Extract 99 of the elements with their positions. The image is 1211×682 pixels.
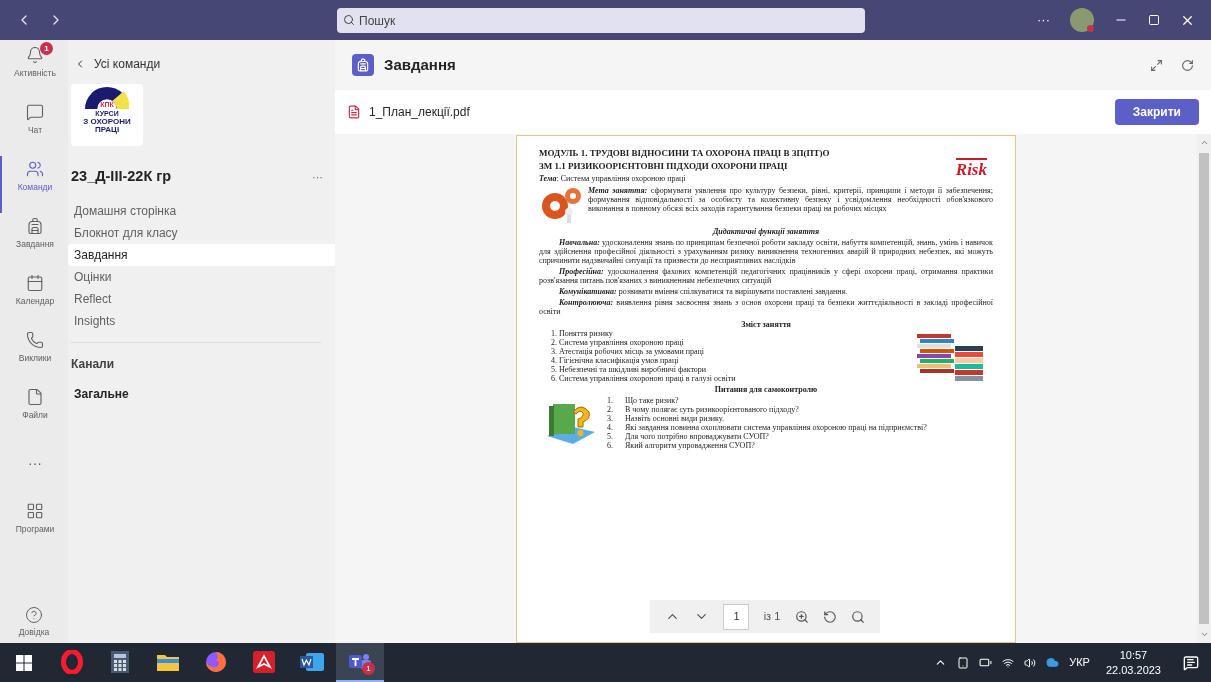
questions-heading: Питання для самоконтролю (713, 385, 819, 394)
contents-item: 1. Поняття ризику (551, 329, 614, 338)
help-icon (25, 606, 43, 625)
rail-item[interactable]: Завдання (0, 213, 68, 270)
notification-badge: 1 (362, 662, 375, 675)
people-icon (26, 160, 44, 178)
team-nav-item[interactable]: Оцінки (68, 265, 335, 288)
contents-item: 2. Система управління охороною праці (551, 338, 685, 347)
close-button[interactable]: Закрити (1114, 99, 1199, 125)
clock-date[interactable]: 22.03.2023 (1105, 662, 1161, 678)
rail-item[interactable]: Календар (0, 270, 68, 327)
rail-item[interactable]: Виклики (0, 327, 68, 384)
avatar[interactable] (1070, 8, 1094, 32)
wifi-icon[interactable] (1002, 656, 1015, 669)
pdf-file-icon (347, 105, 361, 119)
scrollbar-thumb[interactable] (1199, 153, 1209, 624)
pdf-app-icon (253, 650, 275, 673)
rail-item[interactable]: Програми (0, 498, 68, 555)
module-heading: МОДУЛЬ 1. ТРУДОВІ ВІДНОСИНИ ТА ОХОРОНА ПРАЦІ В ЗП(ПТ)О (539, 148, 831, 158)
refresh-icon[interactable] (1181, 58, 1194, 72)
phone-icon (26, 331, 44, 349)
apps-icon (26, 502, 44, 520)
clock-time[interactable]: 10:57 (1119, 647, 1148, 663)
cloud-icon[interactable] (1046, 656, 1060, 669)
fox-globe-icon (205, 650, 227, 673)
zoom-in-icon[interactable] (794, 609, 809, 624)
search-icon (343, 13, 355, 26)
expand-icon[interactable] (1150, 58, 1163, 72)
question-number: 5. (607, 432, 614, 441)
document-app-icon (300, 651, 324, 672)
backpack-icon (26, 217, 44, 235)
contents-item: 6. Система управління охороною праці в галузі освіти (551, 374, 737, 383)
question-number: 4. (607, 423, 614, 432)
question-number: 1. (607, 396, 614, 405)
more-options[interactable]: ··· (1037, 10, 1050, 30)
search-field[interactable]: Пошук (337, 8, 865, 33)
rail-item[interactable]: ··· (0, 441, 68, 498)
channel-item[interactable]: Загальне (74, 384, 335, 403)
folder-icon (157, 652, 179, 671)
logo-text: З ОХОРОНИ ПРАЦІ (82, 118, 132, 134)
device-icon[interactable] (957, 656, 970, 669)
rail-item[interactable]: Активність 1 (0, 42, 68, 99)
scroll-up-icon[interactable] (1199, 138, 1209, 147)
page-number-field[interactable]: 1 (723, 603, 750, 630)
fan-logo-icon (85, 86, 129, 109)
notification-badge: 1 (40, 42, 53, 55)
channels-heading: Канали (71, 355, 116, 373)
file-icon (26, 388, 44, 406)
question-number: 6. (607, 441, 614, 450)
function-paragraph: Контролююча: виявлення рівня засвоєння знань з основ охорони праці та безпеки життєдіяльності в закладі професійної освіти (539, 298, 993, 316)
question-number: 2. (607, 405, 614, 414)
page-count: із 1 (763, 609, 781, 625)
submodule-heading: ЗМ 1.1 РИЗИКООРІЄНТОВНІ ПІДХОДИ ОХОРОНИ ПРАЦІ (539, 161, 789, 171)
app-title: Завдання (384, 54, 456, 75)
function-paragraph: Комунікативна: розвивати вміння спілкуватися та вирішувати поставлені завдання. (558, 287, 849, 296)
bell-icon (26, 46, 44, 64)
all-teams-link[interactable]: Усі команди (72, 54, 335, 74)
team-nav-item[interactable]: Reflect (68, 287, 335, 310)
windows-start-icon[interactable] (16, 654, 32, 671)
contents-heading: Зміст заняття (740, 320, 792, 329)
ring-icon (61, 649, 83, 674)
speaker-icon[interactable] (1024, 656, 1037, 669)
question-text: Назвіть основні види ризику. (625, 414, 725, 423)
team-nav-item[interactable]: Блокнот для класу (68, 221, 335, 244)
question-text: В чому полягає суть ризикоорієнтованого підходу? (625, 405, 799, 414)
contents-item: 3. Атестація робочих місць за умовами праці (551, 347, 705, 356)
search-icon[interactable] (850, 609, 865, 624)
functions-heading: Дидактичні функції заняття (711, 227, 821, 236)
file-name: 1_План_лекції.pdf (369, 104, 470, 121)
rotate-icon[interactable] (822, 609, 837, 624)
scroll-down-icon[interactable] (1199, 630, 1209, 639)
question-text: Що таке ризик? (625, 396, 679, 405)
team-name: 23_Д-ІІІ-22К гр (71, 167, 172, 186)
backpack-icon (352, 54, 374, 76)
maximize-icon[interactable] (1148, 14, 1160, 26)
team-nav-item[interactable]: Insights (68, 309, 335, 332)
rail-item[interactable]: Чат (0, 99, 68, 156)
contents-item: 4. Гігієнічна класифікація умов праці (551, 356, 680, 365)
notifications-icon[interactable] (1183, 654, 1199, 671)
team-nav-item[interactable]: Домашня сторінка (68, 199, 335, 222)
taskbar-app[interactable]: 1 (336, 643, 384, 682)
question-text: Який алгоритм упровадження СУОП? (625, 441, 755, 450)
rail-item[interactable]: Файли (0, 384, 68, 441)
language-indicator[interactable]: УКР (1069, 654, 1090, 671)
help-button[interactable]: Довідка (18, 606, 50, 639)
topic-line: Тема: Система управління охороною праці (539, 174, 687, 183)
contents-item: 5. Небезпечні та шкідливі виробничі фактори (551, 365, 708, 374)
question-number: 3. (607, 414, 614, 423)
gears-figure-drawing (539, 186, 584, 224)
risk-artwork: Risk (955, 158, 987, 180)
lesson-goal-paragraph: Мета заняття: сформувати уявлення про культуру безпеки, рівні, критерії, принципи і методи її забезпечення; формування відповідальності за особисту та колективну безпеку і усвідомлення необхідності обов'язкового виконання в повному обсязі всіх заходів гарантування безпеки праці на робочих місцях (588, 186, 993, 215)
team-more-options[interactable]: ··· (312, 168, 323, 186)
question-text: Які завдання повинна охоплювати система управління охороною праці на підприємстві? (625, 423, 927, 432)
question-text: Для чого потрібно впроваджувати СУОП? (625, 432, 769, 441)
calendar-icon (26, 274, 44, 292)
battery-icon[interactable] (979, 656, 993, 669)
calculator-icon (111, 650, 129, 673)
team-nav-item[interactable]: Завдання (68, 243, 335, 266)
chat-icon (26, 103, 44, 121)
